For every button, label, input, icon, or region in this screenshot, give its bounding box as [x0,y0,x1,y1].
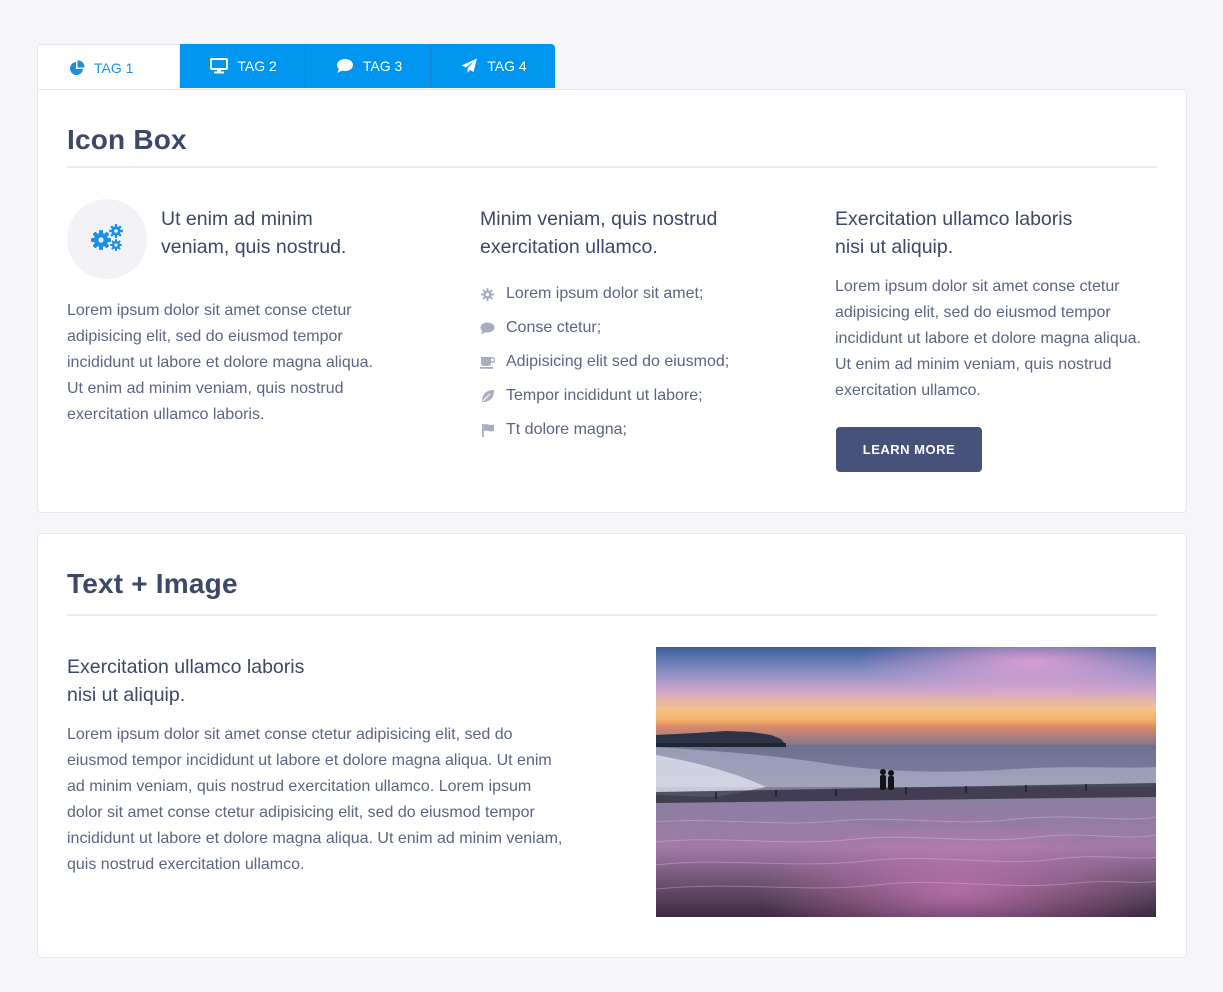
tab-tag-2[interactable]: TAG 2 [180,44,306,88]
list-item: Adipisicing elit sed do eiusmod; [480,345,729,379]
list-item: Tt dolore magna; [480,413,729,447]
col2-heading-line1: Minim veniam, quis nostrud [480,208,718,230]
beach-sunset-photo [656,647,1156,917]
col3-heading-line2: nisi ut aliquip. [835,236,954,258]
flag-icon [480,423,495,438]
col1-heading: Ut enim ad minim veniam, quis nostrud. [161,205,401,261]
text-image-heading-line1: Exercitation ullamco laboris [67,656,305,678]
comment-icon [480,321,495,336]
text-image-card: Text + Image Exercitation ullamco labori… [37,533,1187,958]
col3-heading: Exercitation ullamco laboris nisi ut ali… [835,205,1135,261]
tab-label: TAG 1 [94,59,134,76]
list-item-label: Conse ctetur; [506,319,602,336]
pie-chart-icon [69,59,85,76]
list-item: Lorem ipsum dolor sit amet; [480,277,729,311]
col1-heading-line2: veniam, quis nostrud. [161,236,347,258]
text-image-heading: Exercitation ullamco laboris nisi ut ali… [67,653,367,709]
monitor-icon [210,58,229,74]
comment-icon [336,58,354,74]
gears-icon-circle [67,199,147,279]
col3-heading-line1: Exercitation ullamco laboris [835,208,1073,230]
text-image-text: Lorem ipsum dolor sit amet conse ctetur … [67,726,563,873]
col1-text: Lorem ipsum dolor sit amet conse ctetur … [67,302,373,423]
col1-heading-line1: Ut enim ad minim [161,208,313,230]
learn-more-button[interactable]: LEARN MORE [836,427,982,472]
col3-text: Lorem ipsum dolor sit amet conse ctetur … [835,278,1141,399]
tab-tag-4[interactable]: TAG 4 [431,44,555,88]
list-item-label: Lorem ipsum dolor sit amet; [506,285,704,302]
paper-plane-icon [461,58,478,74]
tab-label: TAG 2 [237,58,277,74]
divider [67,166,1157,168]
text-image-heading-line2: nisi ut aliquip. [67,684,186,706]
divider [67,614,1157,616]
tab-tag-3[interactable]: TAG 3 [305,44,432,88]
gear-icon [480,287,495,302]
list-item-label: Tt dolore magna; [506,421,627,438]
feature-list: Lorem ipsum dolor sit amet; Conse ctetur… [480,277,729,447]
tab-bar: TAG 1 TAG 2 TAG 3 TAG 4 [37,44,555,90]
list-item-label: Adipisicing elit sed do eiusmod; [506,353,730,370]
list-item: Conse ctetur; [480,311,729,345]
leaf-icon [480,389,495,404]
list-item: Tempor incididunt ut labore; [480,379,729,413]
gears-icon [89,222,125,257]
icon-box-card: Icon Box Ut enim ad minim veniam, quis n… [37,89,1187,513]
tab-label: TAG 3 [362,58,403,74]
coffee-cup-icon [480,355,495,370]
tab-label: TAG 4 [487,58,527,74]
icon-box-title: Icon Box [67,124,187,155]
col2-heading: Minim veniam, quis nostrud exercitation … [480,205,780,261]
col2-heading-line2: exercitation ullamco. [480,236,658,258]
tab-tag-1[interactable]: TAG 1 [37,44,181,90]
text-image-title: Text + Image [67,568,238,599]
list-item-label: Tempor incididunt ut labore; [506,387,703,404]
